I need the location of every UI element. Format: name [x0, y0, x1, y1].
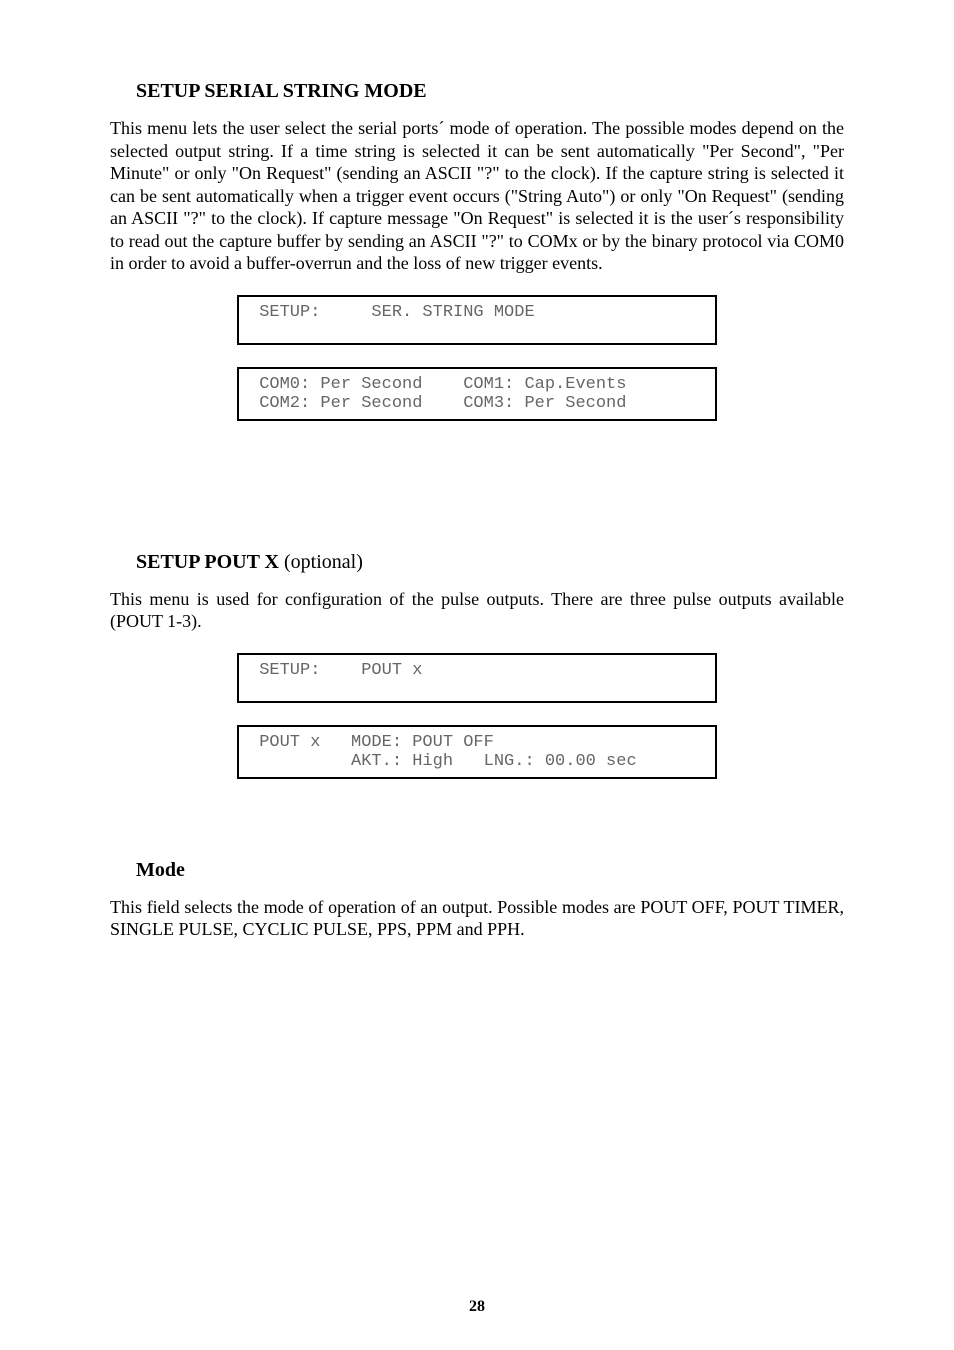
heading-mode: Mode	[136, 859, 844, 882]
heading-setup-pout-x-bold: SETUP POUT X	[136, 551, 279, 573]
lcd-text-pout-mode: POUT x MODE: POUT OFF AKT.: High LNG.: 0…	[249, 733, 705, 771]
para-mode: This field selects the mode of operation…	[110, 896, 844, 941]
heading-setup-pout-x: SETUP POUT X (optional)	[136, 551, 844, 574]
screen-group-serial: SETUP: SER. STRING MODE COM0: Per Second…	[110, 295, 844, 421]
heading-setup-serial-string-mode: SETUP SERIAL STRING MODE	[136, 80, 844, 103]
lcd-box-setup-serial: SETUP: SER. STRING MODE	[237, 295, 717, 345]
lcd-text-com-ports: COM0: Per Second COM1: Cap.Events COM2: …	[249, 375, 705, 413]
para-pout-x: This menu is used for configuration of t…	[110, 588, 844, 633]
lcd-box-setup-pout: SETUP: POUT x	[237, 653, 717, 703]
lcd-box-com-ports: COM0: Per Second COM1: Cap.Events COM2: …	[237, 367, 717, 421]
para-serial-string-mode: This menu lets the user select the seria…	[110, 117, 844, 275]
heading-setup-pout-x-tail: (optional)	[279, 551, 363, 573]
screen-group-pout: SETUP: POUT x POUT x MODE: POUT OFF AKT.…	[110, 653, 844, 779]
lcd-box-pout-mode: POUT x MODE: POUT OFF AKT.: High LNG.: 0…	[237, 725, 717, 779]
page-number: 28	[0, 1298, 954, 1316]
lcd-text-setup-pout: SETUP: POUT x	[249, 661, 705, 680]
lcd-text-setup-serial: SETUP: SER. STRING MODE	[249, 303, 705, 322]
